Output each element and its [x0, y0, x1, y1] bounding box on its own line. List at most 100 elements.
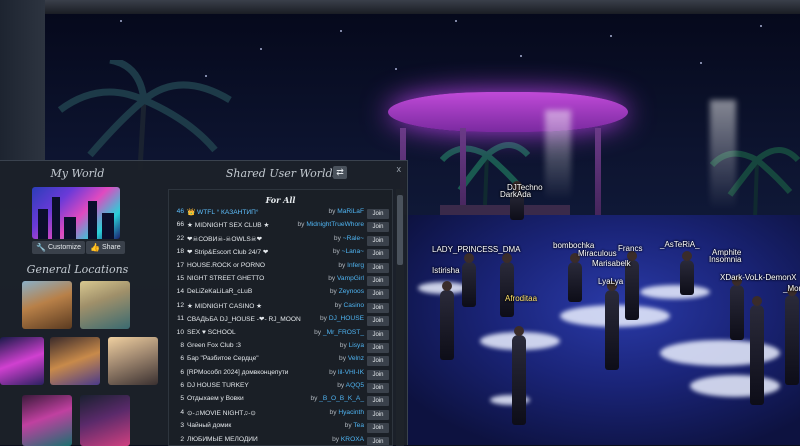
- world-name[interactable]: SEX ♥ SCHOOL: [187, 329, 317, 336]
- world-row[interactable]: 10 SEX ♥ SCHOOL by _Mr_FROST_ Join: [169, 329, 392, 342]
- location-thumbnail-lounge[interactable]: [50, 337, 100, 385]
- world-name[interactable]: HOUSE.ROCK or PORNO: [187, 262, 317, 269]
- world-name[interactable]: Чайный домик: [187, 422, 317, 429]
- world-name[interactable]: DJ HOUSE TURKEY: [187, 382, 317, 389]
- join-button[interactable]: Join: [367, 302, 389, 313]
- avatar[interactable]: [730, 276, 744, 340]
- world-name[interactable]: СВАДЬБА DJ_HOUSE -❤- RJ_MOON: [187, 315, 317, 323]
- location-thumbnail-bar[interactable]: [80, 395, 130, 446]
- avatar[interactable]: [512, 326, 526, 425]
- avatar[interactable]: [462, 253, 476, 307]
- share-button[interactable]: 👍 Share: [86, 241, 125, 254]
- world-row[interactable]: 18 ❤ Strip&Escort Club 24/7 ❤ by ~Lana~ Joi…: [169, 248, 392, 261]
- world-row[interactable]: 22 ❤☠СОВИ☠-☠OWLS☠❤ by ~Rale~ Join: [169, 235, 392, 248]
- location-thumbnail-club[interactable]: [0, 337, 44, 385]
- owner-name[interactable]: Inferg: [347, 262, 364, 269]
- world-name[interactable]: ❤ Strip&Escort Club 24/7 ❤: [187, 248, 317, 256]
- world-name[interactable]: ❤☠СОВИ☠-☠OWLS☠❤: [187, 235, 317, 243]
- owner-name[interactable]: ~Lana~: [342, 248, 364, 255]
- join-button[interactable]: Join: [367, 235, 389, 246]
- shared-worlds-list[interactable]: For All 46 👑 WTFL ° КАЗАНТИП° by MaRiLaF Jo…: [168, 189, 393, 446]
- avatar[interactable]: [500, 253, 514, 317]
- location-thumbnail-disco[interactable]: [22, 395, 72, 446]
- world-row[interactable]: 4 ⊙-♫MOVIE NIGHT♫-⊙ by Hyacinth Join: [169, 409, 392, 422]
- world-row[interactable]: 6 DJ HOUSE TURKEY by AQQ5 Join: [169, 382, 392, 395]
- avatar[interactable]: [785, 286, 799, 385]
- owner-name[interactable]: DJ_HOUSE: [329, 315, 364, 322]
- join-button[interactable]: Join: [367, 262, 389, 273]
- join-button[interactable]: Join: [367, 369, 389, 380]
- world-row[interactable]: 12 ★ MIDNIGHT CASINO ★ by Casino Join: [169, 302, 392, 315]
- owner-name[interactable]: lil-VHI-IK: [338, 369, 364, 376]
- world-row[interactable]: 6 Бар "Разбитое Сердце" by Velnz Join: [169, 355, 392, 368]
- world-name[interactable]: ЛЮБИМЫЕ МЕЛОДИИ: [187, 436, 317, 443]
- customize-button[interactable]: 🔧 Customize: [32, 241, 86, 254]
- owner-name[interactable]: Casino: [343, 302, 364, 309]
- light-beam: [710, 100, 736, 210]
- world-row[interactable]: 15 NIGHT STREET GHETTO by VampGirl Join: [169, 275, 392, 288]
- world-user-count: 4: [180, 408, 184, 416]
- world-row[interactable]: 5 Отдыхаем у Вовки by _B_O_B_K_A_ Join: [169, 395, 392, 408]
- location-thumbnail-yacht[interactable]: [108, 337, 158, 385]
- join-button[interactable]: Join: [367, 423, 389, 434]
- avatar[interactable]: [605, 281, 619, 370]
- join-button[interactable]: Join: [367, 209, 389, 219]
- join-button[interactable]: Join: [367, 342, 389, 353]
- scrollbar-thumb[interactable]: [397, 195, 403, 265]
- left-column: My World 🔧 Customize 👍 Share General Loc…: [0, 161, 158, 446]
- world-name[interactable]: ★ MIDNIGHT CASINO ★: [187, 302, 317, 310]
- owner-name[interactable]: _Mr_FROST_: [323, 329, 364, 336]
- owner-name[interactable]: ~Rale~: [343, 235, 364, 242]
- owner-name[interactable]: Tea: [353, 422, 364, 429]
- world-name[interactable]: Бар "Разбитое Сердце": [187, 355, 317, 362]
- world-row[interactable]: 11 СВАДЬБА DJ_HOUSE -❤- RJ_MOON by DJ_HOUS…: [169, 315, 392, 328]
- owner-name[interactable]: Zeynoos: [339, 288, 364, 295]
- world-row[interactable]: 46 👑 WTFL ° КАЗАНТИП° by MaRiLaF Join: [169, 208, 392, 221]
- world-row[interactable]: 8 Green Fox Club :3 by Lisya Join: [169, 342, 392, 355]
- owner-name[interactable]: Velnz: [348, 355, 364, 362]
- avatar[interactable]: [750, 296, 764, 405]
- my-world-thumbnail[interactable]: [32, 187, 120, 239]
- owner-name[interactable]: VampGirl: [337, 275, 364, 282]
- owner-name[interactable]: Lisya: [349, 342, 364, 349]
- world-owner: by KROXA: [332, 436, 364, 443]
- location-thumbnail-house[interactable]: [22, 281, 72, 329]
- join-button[interactable]: Join: [367, 289, 389, 300]
- world-row[interactable]: 6 [RPMособп 2024] домвконцепути by lil-VHI…: [169, 369, 392, 382]
- world-row[interactable]: 2 ЛЮБИМЫЕ МЕЛОДИИ by KROXA Join: [169, 436, 392, 445]
- join-button[interactable]: Join: [367, 396, 389, 407]
- join-button[interactable]: Join: [367, 249, 389, 260]
- world-name[interactable]: 👑 WTFL ° КАЗАНТИП°: [187, 208, 317, 216]
- avatar[interactable]: [625, 251, 639, 320]
- world-name[interactable]: Отдыхаем у Вовки: [187, 395, 317, 402]
- world-row[interactable]: 14 DeLiZeKaLiLaR_cLuB by Zeynoos Join: [169, 288, 392, 301]
- join-button[interactable]: Join: [367, 329, 389, 340]
- avatar[interactable]: [440, 281, 454, 360]
- world-name[interactable]: ⊙-♫MOVIE NIGHT♫-⊙: [187, 409, 317, 417]
- owner-name[interactable]: KROXA: [341, 436, 364, 443]
- location-thumbnail-beach[interactable]: [80, 281, 130, 329]
- avatar[interactable]: [680, 251, 694, 295]
- my-world-title: My World: [50, 167, 105, 180]
- join-button[interactable]: Join: [367, 356, 389, 367]
- owner-name[interactable]: _B_O_B_K_A_: [319, 395, 364, 402]
- join-button[interactable]: Join: [367, 409, 389, 420]
- join-button[interactable]: Join: [367, 275, 389, 286]
- join-button[interactable]: Join: [367, 316, 389, 327]
- world-name[interactable]: NIGHT STREET GHETTO: [187, 275, 317, 282]
- list-scrollbar[interactable]: [396, 189, 404, 446]
- owner-name[interactable]: MaRiLaF: [337, 208, 364, 215]
- owner-name[interactable]: MidnightTrueWhore: [306, 221, 364, 228]
- world-row[interactable]: 17 HOUSE.ROCK or PORNO by Inferg Join: [169, 262, 392, 275]
- world-name[interactable]: DeLiZeKaLiLaR_cLuB: [187, 288, 317, 295]
- join-button[interactable]: Join: [367, 222, 389, 233]
- world-row[interactable]: 3 Чайный домик by Tea Join: [169, 422, 392, 435]
- owner-name[interactable]: AQQ5: [346, 382, 364, 389]
- world-name[interactable]: [RPMособп 2024] домвконцепути: [187, 369, 317, 376]
- avatar[interactable]: [568, 253, 582, 302]
- world-row[interactable]: 66 ★ MIDNIGHT SEX CLUB ★ by MidnightTrueWh…: [169, 221, 392, 234]
- refresh-button[interactable]: ⇄: [333, 166, 347, 179]
- join-button[interactable]: Join: [367, 383, 389, 394]
- owner-name[interactable]: Hyacinth: [338, 409, 364, 416]
- world-name[interactable]: Green Fox Club :3: [187, 342, 317, 349]
